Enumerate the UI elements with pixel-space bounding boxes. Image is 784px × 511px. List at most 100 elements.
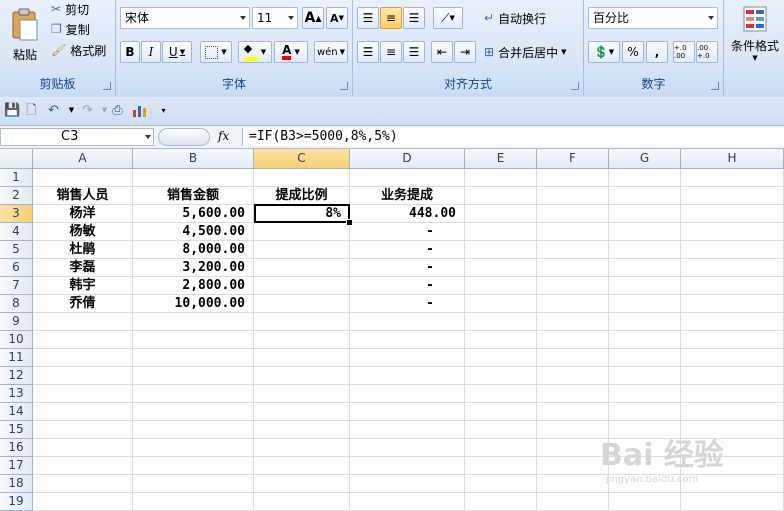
cell-g1[interactable] — [609, 169, 681, 187]
cell-b15[interactable] — [133, 421, 254, 439]
cell-h14[interactable] — [681, 403, 784, 421]
cell-b2[interactable]: 销售金额 — [133, 187, 254, 205]
cell-f2[interactable] — [537, 187, 609, 205]
cell-f10[interactable] — [537, 331, 609, 349]
cell-g7[interactable] — [609, 277, 681, 295]
cell-e8[interactable] — [465, 295, 537, 313]
cell-d13[interactable] — [350, 385, 465, 403]
merge-center-button[interactable]: ⊞ 合并后居中 ▼ — [483, 41, 567, 63]
column-header-a[interactable]: A — [33, 149, 133, 169]
cell-c8[interactable] — [254, 295, 350, 313]
phonetic-button[interactable]: wén ▼ — [314, 41, 348, 63]
number-format-combo[interactable]: 百分比 — [588, 7, 718, 29]
font-color-button[interactable]: A ▼ — [274, 41, 308, 63]
cell-f11[interactable] — [537, 349, 609, 367]
cell-a5[interactable]: 杜鹃 — [33, 241, 133, 259]
cell-b14[interactable] — [133, 403, 254, 421]
column-header-g[interactable]: G — [609, 149, 681, 169]
cell-b3[interactable]: 5,600.00 — [133, 205, 254, 223]
row-header-12[interactable]: 12 — [0, 367, 33, 385]
cell-h13[interactable] — [681, 385, 784, 403]
cell-f18[interactable] — [537, 475, 609, 493]
cell-e9[interactable] — [465, 313, 537, 331]
cell-f1[interactable] — [537, 169, 609, 187]
row-header-11[interactable]: 11 — [0, 349, 33, 367]
row-header-3[interactable]: 3 — [0, 205, 33, 223]
cell-f9[interactable] — [537, 313, 609, 331]
row-header-1[interactable]: 1 — [0, 169, 33, 187]
underline-button[interactable]: U ▼ — [162, 41, 192, 63]
cell-h4[interactable] — [681, 223, 784, 241]
cell-a8[interactable]: 乔倩 — [33, 295, 133, 313]
align-right-button[interactable]: ☰ — [403, 41, 425, 63]
cell-a17[interactable] — [33, 457, 133, 475]
cell-b18[interactable] — [133, 475, 254, 493]
column-header-b[interactable]: B — [133, 149, 254, 169]
cell-g4[interactable] — [609, 223, 681, 241]
cell-f6[interactable] — [537, 259, 609, 277]
cell-d12[interactable] — [350, 367, 465, 385]
row-header-7[interactable]: 7 — [0, 277, 33, 295]
cell-e13[interactable] — [465, 385, 537, 403]
cell-c12[interactable] — [254, 367, 350, 385]
cell-h1[interactable] — [681, 169, 784, 187]
cell-g2[interactable] — [609, 187, 681, 205]
cell-h5[interactable] — [681, 241, 784, 259]
cell-a6[interactable]: 李磊 — [33, 259, 133, 277]
cut-button[interactable]: ✂ 剪切 — [50, 0, 90, 18]
chart-icon[interactable] — [132, 103, 147, 118]
cell-e14[interactable] — [465, 403, 537, 421]
column-header-e[interactable]: E — [465, 149, 537, 169]
cell-d2[interactable]: 业务提成 — [350, 187, 465, 205]
cell-b19[interactable] — [133, 493, 254, 511]
column-header-h[interactable]: H — [681, 149, 784, 169]
cell-a16[interactable] — [33, 439, 133, 457]
cell-g14[interactable] — [609, 403, 681, 421]
row-header-13[interactable]: 13 — [0, 385, 33, 403]
cell-e4[interactable] — [465, 223, 537, 241]
decrease-indent-button[interactable]: ⇤ — [431, 41, 453, 63]
cell-a12[interactable] — [33, 367, 133, 385]
align-middle-button[interactable]: ≡ — [380, 7, 402, 29]
column-header-d[interactable]: D — [350, 149, 465, 169]
percent-style-button[interactable]: % — [622, 41, 644, 63]
cell-c14[interactable] — [254, 403, 350, 421]
cell-a1[interactable] — [33, 169, 133, 187]
font-launcher-icon[interactable] — [340, 82, 348, 90]
cell-a2[interactable]: 销售人员 — [33, 187, 133, 205]
fill-handle[interactable] — [346, 219, 353, 226]
increase-decimal-button[interactable]: +.0 .00 — [673, 41, 695, 63]
orientation-button[interactable]: ⟋ ▼ — [433, 7, 463, 29]
paste-button[interactable]: 粘贴 — [4, 2, 46, 68]
cell-f12[interactable] — [537, 367, 609, 385]
cell-f16[interactable] — [537, 439, 609, 457]
cell-a4[interactable]: 杨敏 — [33, 223, 133, 241]
cell-d4[interactable]: - — [350, 223, 465, 241]
cell-e15[interactable] — [465, 421, 537, 439]
cell-e10[interactable] — [465, 331, 537, 349]
cell-b6[interactable]: 3,200.00 — [133, 259, 254, 277]
row-header-16[interactable]: 16 — [0, 439, 33, 457]
bold-button[interactable]: B — [120, 41, 140, 63]
cell-b10[interactable] — [133, 331, 254, 349]
cell-d11[interactable] — [350, 349, 465, 367]
cell-b1[interactable] — [133, 169, 254, 187]
cell-a3[interactable]: 杨洋 — [33, 205, 133, 223]
font-size-combo[interactable]: 11 — [252, 7, 298, 29]
cell-b9[interactable] — [133, 313, 254, 331]
cell-f8[interactable] — [537, 295, 609, 313]
print-preview-icon[interactable]: ⎙ — [110, 103, 125, 118]
cell-d3[interactable]: 448.00 — [350, 205, 465, 223]
row-header-17[interactable]: 17 — [0, 457, 33, 475]
cell-a7[interactable]: 韩宇 — [33, 277, 133, 295]
cell-e18[interactable] — [465, 475, 537, 493]
row-header-4[interactable]: 4 — [0, 223, 33, 241]
select-all-corner[interactable] — [0, 149, 33, 169]
cell-d10[interactable] — [350, 331, 465, 349]
cell-a11[interactable] — [33, 349, 133, 367]
cell-h8[interactable] — [681, 295, 784, 313]
row-header-10[interactable]: 10 — [0, 331, 33, 349]
cell-f13[interactable] — [537, 385, 609, 403]
cell-c11[interactable] — [254, 349, 350, 367]
cell-d7[interactable]: - — [350, 277, 465, 295]
